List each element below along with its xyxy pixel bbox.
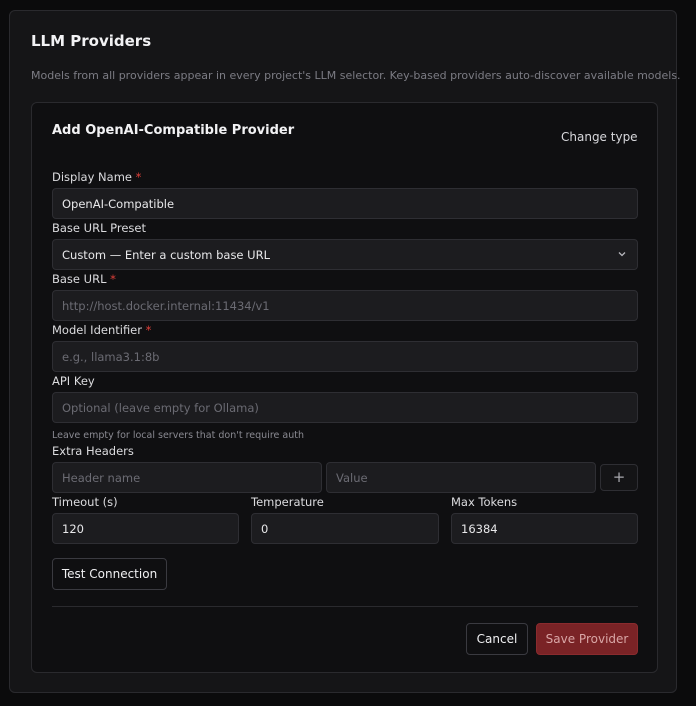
header-value-input[interactable] (326, 462, 596, 493)
timeout-input[interactable] (52, 513, 239, 544)
card-title: Add OpenAI-Compatible Provider (52, 123, 295, 138)
change-type-button[interactable]: Change type (561, 130, 638, 144)
api-key-label: API Key (52, 374, 95, 388)
temperature-label: Temperature (251, 495, 324, 509)
required-marker: * (110, 272, 116, 286)
model-identifier-input[interactable] (52, 341, 638, 372)
cancel-button[interactable]: Cancel (466, 623, 528, 655)
display-name-label: Display Name * (52, 170, 141, 184)
base-url-preset-select[interactable]: Custom — Enter a custom base URL (52, 239, 638, 270)
chevron-down-icon (618, 252, 626, 257)
required-marker: * (145, 323, 152, 337)
header-name-input[interactable] (52, 462, 322, 493)
max-tokens-input[interactable] (451, 513, 638, 544)
model-identifier-label-text: Model Identifier (52, 323, 142, 337)
api-key-input[interactable] (52, 392, 638, 423)
display-name-label-text: Display Name (52, 170, 132, 184)
model-identifier-label: Model Identifier * (52, 323, 151, 337)
base-url-input[interactable] (52, 290, 638, 321)
save-provider-button[interactable]: Save Provider (536, 623, 638, 655)
timeout-label: Timeout (s) (52, 495, 118, 509)
api-key-hint: Leave empty for local servers that don't… (52, 430, 304, 441)
max-tokens-label: Max Tokens (451, 495, 518, 509)
add-header-button[interactable]: + (600, 464, 638, 491)
add-provider-card: Add OpenAI-Compatible Provider Change ty… (31, 102, 658, 673)
extra-headers-label: Extra Headers (52, 444, 134, 458)
base-url-label-text: Base URL (52, 272, 107, 286)
required-marker: * (135, 170, 142, 184)
llm-providers-panel: LLM Providers Models from all providers … (9, 10, 681, 693)
base-url-preset-label: Base URL Preset (52, 221, 146, 235)
test-connection-button[interactable]: Test Connection (52, 558, 167, 590)
page-title: LLM Providers (31, 32, 152, 50)
base-url-label: Base URL * (52, 272, 116, 286)
display-name-input[interactable] (52, 188, 638, 219)
page-description: Models from all providers appear in ever… (31, 69, 681, 82)
base-url-preset-value: Custom — Enter a custom base URL (62, 248, 270, 262)
divider (52, 606, 638, 607)
temperature-input[interactable] (251, 513, 439, 544)
